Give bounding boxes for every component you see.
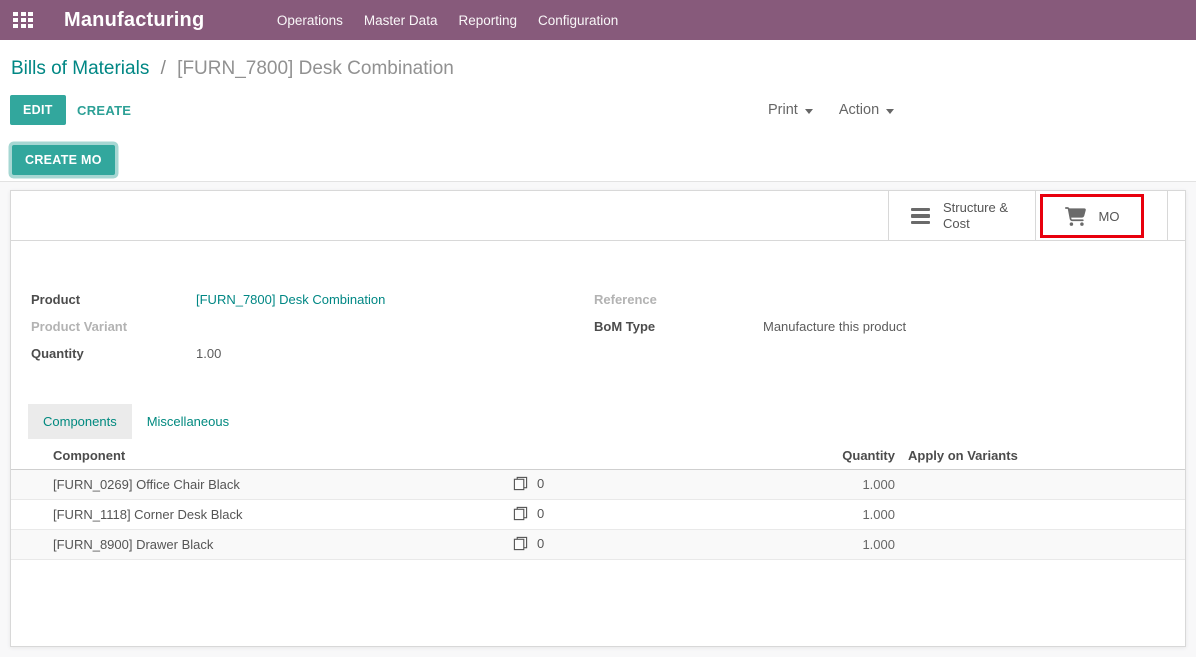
bars-icon <box>911 205 930 228</box>
print-dropdown[interactable]: Print <box>768 102 813 118</box>
component-name: [FURN_0269] Office Chair Black <box>53 477 240 492</box>
breadcrumb-separator: / <box>161 58 166 79</box>
action-dropdown-label: Action <box>839 102 879 118</box>
nav-menu-reporting[interactable]: Reporting <box>448 13 528 28</box>
product-variant-label: Product Variant <box>31 319 127 334</box>
app-title[interactable]: Manufacturing <box>64 9 204 32</box>
statusbar: Structure & Cost MO <box>11 191 1185 241</box>
reference-label: Reference <box>594 292 657 307</box>
component-name: [FURN_8900] Drawer Black <box>53 537 213 552</box>
nav-menu-configuration[interactable]: Configuration <box>528 13 629 28</box>
create-mo-button[interactable]: CREATE MO <box>12 145 115 175</box>
chevron-down-icon <box>805 109 813 114</box>
bom-type-label: BoM Type <box>594 319 655 334</box>
notebook-tabs: Components Miscellaneous <box>28 404 244 439</box>
bom-form-sheet: Structure & Cost MO Product [FURN_7800] … <box>10 190 1186 647</box>
breadcrumb: Bills of Materials / [FURN_7800] Desk Co… <box>11 58 454 80</box>
component-name: [FURN_1118] Corner Desk Black <box>53 507 243 522</box>
action-dropdowns: Print Action <box>768 102 894 118</box>
component-quantity: 1.000 <box>862 477 895 492</box>
component-quantity: 1.000 <box>862 537 895 552</box>
column-header-apply-on-variants[interactable]: Apply on Variants <box>908 448 1018 463</box>
mo-button-label: MO <box>1099 209 1120 224</box>
structure-cost-label: Structure & Cost <box>943 200 1008 232</box>
top-navbar: Manufacturing Operations Master Data Rep… <box>0 0 1196 40</box>
copy-count: 0 <box>537 506 544 521</box>
print-dropdown-label: Print <box>768 102 798 118</box>
create-button[interactable]: CREATE <box>77 103 131 118</box>
mo-button[interactable]: MO <box>1040 194 1144 238</box>
mo-button-cell: MO <box>1035 191 1168 241</box>
component-row[interactable]: [FURN_8900] Drawer Black 0 1.000 <box>11 530 1185 560</box>
shopping-cart-icon <box>1065 207 1086 226</box>
copy-count: 0 <box>537 536 544 551</box>
component-row[interactable]: [FURN_0269] Office Chair Black 0 1.000 <box>11 470 1185 500</box>
chevron-down-icon <box>886 109 894 114</box>
components-table-body: [FURN_0269] Office Chair Black 0 1.000 [… <box>11 470 1185 560</box>
copy-icon <box>513 536 528 551</box>
edit-button[interactable]: EDIT <box>10 95 66 125</box>
copy-badge[interactable]: 0 <box>513 536 544 551</box>
nav-menu-operations[interactable]: Operations <box>266 13 353 28</box>
breadcrumb-current: [FURN_7800] Desk Combination <box>177 58 454 79</box>
action-dropdown[interactable]: Action <box>839 102 894 118</box>
bom-type-value: Manufacture this product <box>763 319 906 334</box>
apps-menu-icon[interactable] <box>13 12 33 28</box>
quantity-label: Quantity <box>31 346 84 361</box>
copy-badge[interactable]: 0 <box>513 506 544 521</box>
structure-cost-button[interactable]: Structure & Cost <box>888 191 1035 241</box>
copy-icon <box>513 506 528 521</box>
quantity-value: 1.00 <box>196 346 221 361</box>
product-value-link[interactable]: [FURN_7800] Desk Combination <box>196 292 385 307</box>
copy-icon <box>513 476 528 491</box>
tab-components[interactable]: Components <box>28 404 132 439</box>
product-label: Product <box>31 292 80 307</box>
component-row[interactable]: [FURN_1118] Corner Desk Black 0 1.000 <box>11 500 1185 530</box>
column-header-component[interactable]: Component <box>53 448 125 463</box>
column-header-quantity[interactable]: Quantity <box>842 448 895 463</box>
breadcrumb-parent-link[interactable]: Bills of Materials <box>11 58 149 79</box>
tab-miscellaneous[interactable]: Miscellaneous <box>132 404 244 439</box>
component-quantity: 1.000 <box>862 507 895 522</box>
components-table-header: Component Quantity Apply on Variants <box>11 441 1185 470</box>
nav-menus: Operations Master Data Reporting Configu… <box>266 13 628 28</box>
copy-badge[interactable]: 0 <box>513 476 544 491</box>
nav-menu-master-data[interactable]: Master Data <box>353 13 448 28</box>
copy-count: 0 <box>537 476 544 491</box>
